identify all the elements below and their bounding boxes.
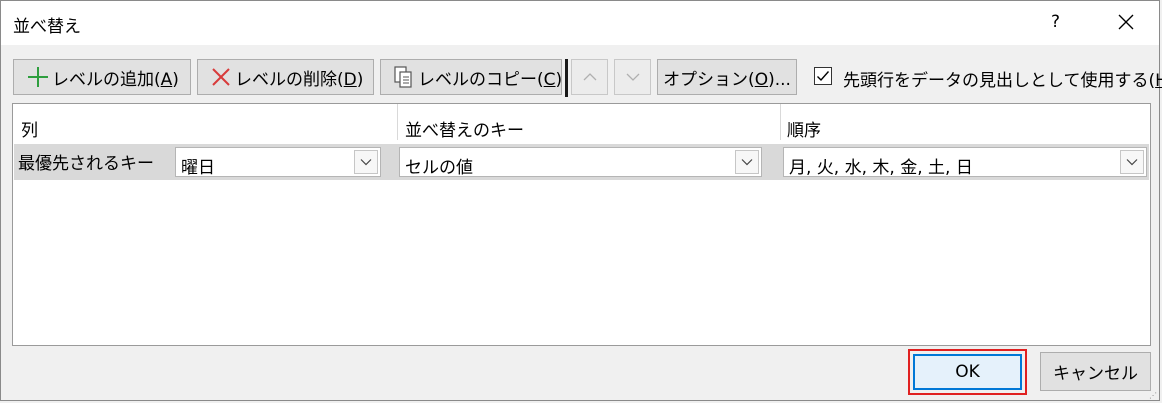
header-sort-on: 並べ替えのキー: [405, 121, 524, 141]
chevron-down-icon: [360, 159, 372, 166]
move-down-button[interactable]: [614, 59, 651, 95]
chevron-down-icon: [741, 159, 753, 166]
has-headers-label[interactable]: 先頭行をデータの見出しとして使用する(H): [843, 66, 1162, 91]
dialog-title: 並べ替え: [13, 17, 81, 37]
chevron-down-icon: [626, 73, 639, 81]
dropdown-button[interactable]: [1120, 150, 1144, 174]
close-button[interactable]: [1116, 12, 1136, 32]
help-button[interactable]: ?: [1051, 12, 1060, 32]
ok-button[interactable]: OK: [913, 354, 1022, 390]
column-select[interactable]: 曜日: [175, 147, 381, 178]
sort-on-select[interactable]: セルの値: [399, 147, 762, 178]
chevron-up-icon: [583, 73, 596, 81]
resize-grip-icon[interactable]: ⋰: [1149, 391, 1157, 400]
options-label: オプション(O)...: [663, 69, 791, 90]
delete-level-button[interactable]: レベルの削除(D): [197, 59, 374, 95]
column-select-value: 曜日: [181, 158, 215, 178]
checkmark-icon: [817, 71, 830, 82]
copy-level-label: レベルのコピー(C): [418, 69, 563, 90]
close-icon: [1118, 14, 1134, 30]
add-level-button[interactable]: レベルの追加(A): [13, 59, 191, 95]
x-icon: [209, 65, 233, 89]
cancel-button[interactable]: キャンセル: [1040, 352, 1151, 391]
column-divider: [780, 104, 781, 140]
sort-on-select-value: セルの値: [405, 158, 473, 178]
sort-dialog: 並べ替え ? レベルの追加(A) レベルの削除(D) レベルのコピー(C) オプ…: [0, 0, 1162, 401]
plus-icon: [26, 65, 50, 89]
add-level-label: レベルの追加(A): [52, 69, 179, 90]
header-order: 順序: [787, 121, 821, 141]
order-select[interactable]: 月, 火, 水, 木, 金, 土, 日: [783, 147, 1147, 178]
sort-levels-grid: 列 並べ替えのキー 順序 最優先されるキー 曜日 セルの値 月, 火, 水, 木: [12, 103, 1151, 346]
dropdown-button[interactable]: [735, 150, 759, 174]
copy-icon: [392, 65, 416, 89]
column-divider: [397, 104, 398, 140]
delete-level-label: レベルの削除(D): [235, 69, 364, 90]
toolbar-divider: [565, 59, 568, 97]
has-headers-checkbox[interactable]: [814, 67, 832, 85]
copy-level-button[interactable]: レベルのコピー(C): [380, 59, 562, 95]
move-up-button[interactable]: [571, 59, 608, 95]
title-bar: 並べ替え ?: [1, 1, 1159, 45]
ok-button-highlight: OK: [908, 349, 1027, 395]
order-select-value: 月, 火, 水, 木, 金, 土, 日: [789, 158, 973, 178]
chevron-down-icon: [1126, 159, 1138, 166]
dropdown-button[interactable]: [354, 150, 378, 174]
header-column: 列: [21, 121, 38, 141]
sort-level-label: 最優先されるキー: [18, 154, 154, 174]
options-button[interactable]: オプション(O)...: [657, 59, 797, 95]
